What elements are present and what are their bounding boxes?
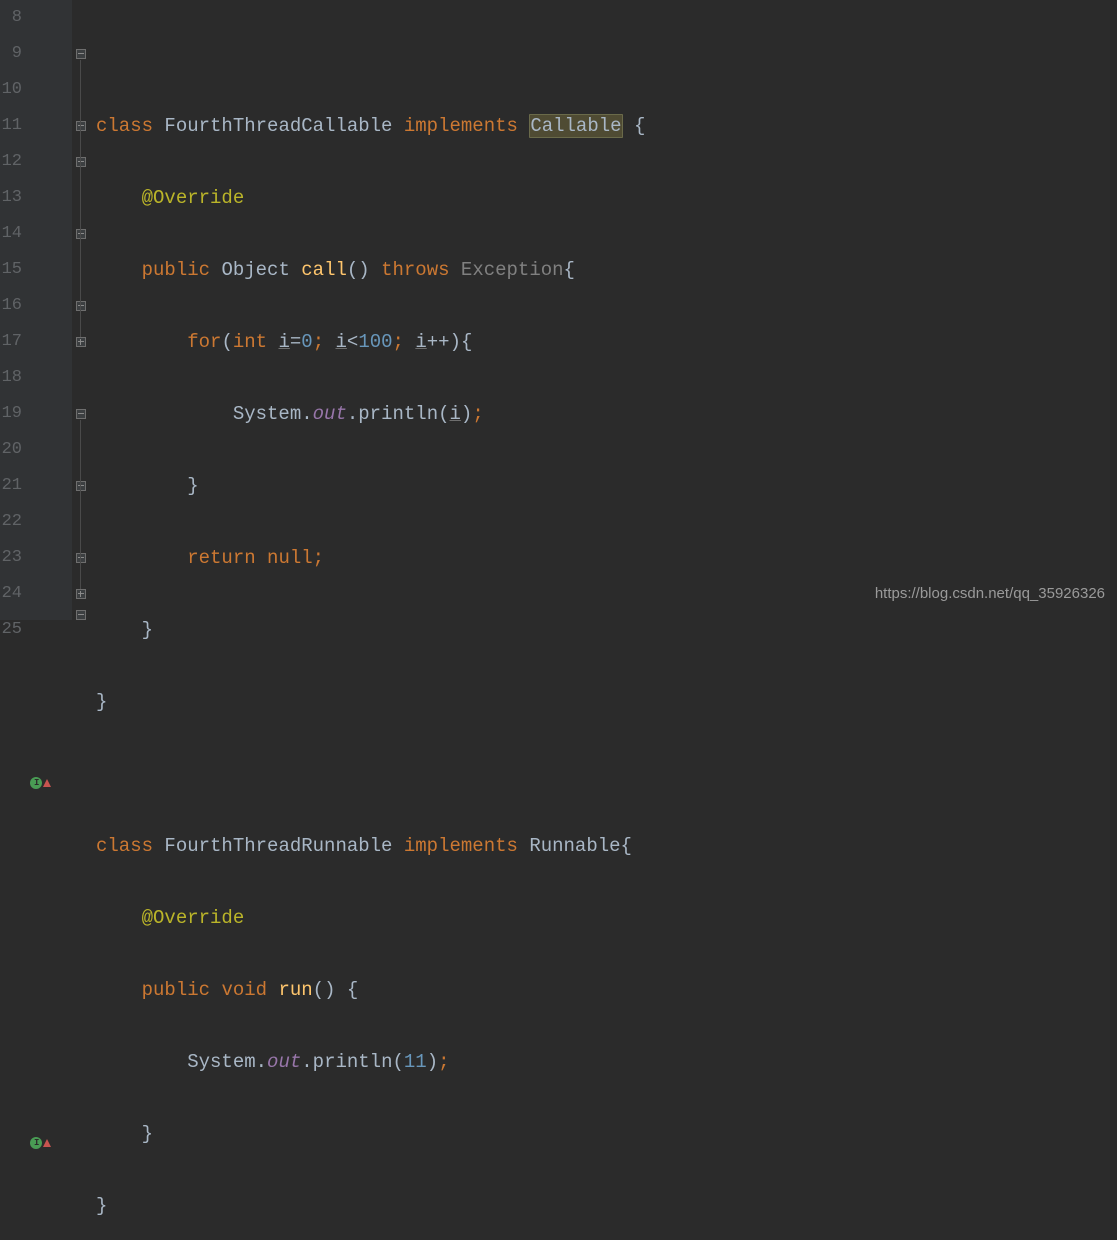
line-number: 15 (0, 252, 64, 288)
code-line: class FourthThreadCallable implements Ca… (96, 108, 1117, 144)
line-number: 25 (0, 612, 64, 648)
code-line: for(int i=0; i<100; i++){ (96, 324, 1117, 360)
code-line: } (96, 468, 1117, 504)
fold-end[interactable] (76, 301, 86, 311)
line-number-gutter: 8 9 10 11 12 13 14 15 16 17 18 19 20 21 … (0, 0, 72, 620)
line-number: 21 (0, 468, 64, 504)
watermark-text: https://blog.csdn.net/qq_35926326 (875, 576, 1105, 612)
line-number: 16 (0, 288, 64, 324)
fold-toggle[interactable] (76, 157, 86, 167)
code-line: public void run() { (96, 972, 1117, 1008)
fold-end[interactable] (76, 337, 86, 347)
fold-toggle[interactable] (76, 121, 86, 131)
fold-toggle[interactable] (76, 481, 86, 491)
fold-toggle[interactable] (76, 49, 86, 59)
line-number: 23 (0, 540, 64, 576)
fold-end[interactable] (76, 229, 86, 239)
code-line: return null; (96, 540, 1117, 576)
code-line: public Object call() throws Exception{ (96, 252, 1117, 288)
code-line: class FourthThreadRunnable implements Ru… (96, 828, 1117, 864)
fold-end[interactable] (76, 553, 86, 563)
line-number: 22 (0, 504, 64, 540)
line-number: 19 (0, 396, 64, 432)
code-line: System.out.println(i); (96, 396, 1117, 432)
implement-method-icon[interactable] (30, 766, 51, 802)
fold-end[interactable] (76, 589, 86, 599)
line-number: 9 (0, 36, 64, 72)
code-line: @Override (96, 900, 1117, 936)
fold-toggle[interactable] (76, 409, 86, 419)
code-line: } (96, 1116, 1117, 1152)
code-line (96, 756, 1117, 792)
line-number: 13 (0, 180, 64, 216)
line-number: 24 (0, 576, 64, 612)
line-number: 11 (0, 108, 64, 144)
line-number: 18 (0, 360, 64, 396)
line-number: 14 (0, 216, 64, 252)
code-line (96, 36, 1117, 72)
implement-method-icon[interactable] (30, 1126, 51, 1162)
line-number: 17 (0, 324, 64, 360)
code-line: System.out.println(11); (96, 1044, 1117, 1080)
code-line: @Override (96, 180, 1117, 216)
fold-column (72, 0, 92, 620)
line-number: 12 (0, 144, 64, 180)
line-number: 8 (0, 0, 64, 36)
highlighted-identifier: Callable (529, 114, 622, 138)
code-line: } (96, 684, 1117, 720)
line-number: 10 (0, 72, 64, 108)
code-line: } (96, 1188, 1117, 1224)
code-editor[interactable]: class FourthThreadCallable implements Ca… (96, 0, 1117, 1240)
fold-toggle[interactable] (76, 610, 86, 620)
line-number: 20 (0, 432, 64, 468)
code-line: } (96, 612, 1117, 648)
